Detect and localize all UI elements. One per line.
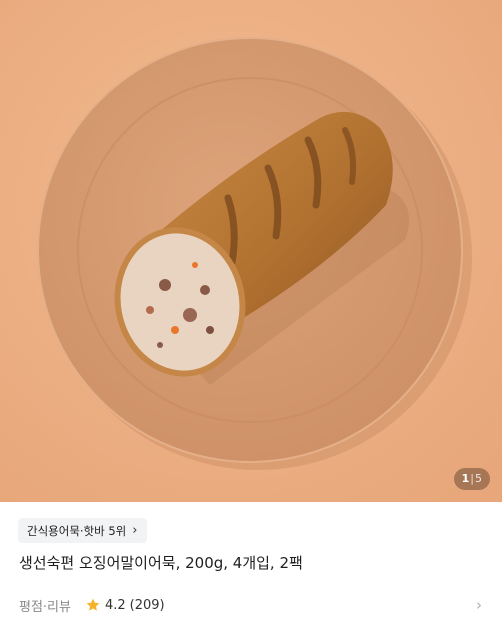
pager-total: 5 [475,472,482,485]
ranking-badge[interactable]: 간식용어묵·핫바 5위 › [18,518,148,543]
chevron-right-icon: › [132,523,138,538]
product-image[interactable]: 1 | 5 [0,0,502,502]
pager-separator: | [470,472,474,485]
image-pager: 1 | 5 [453,468,490,490]
pager-current: 1 [461,472,470,485]
chevron-right-icon[interactable]: › [476,596,482,614]
product-card[interactable]: 1 | 5 간식용어묵·핫바 5위 › 생선숙편 오징어말이어묵, 200g, … [0,0,502,631]
review-count: (209) [129,597,165,613]
fishcake-photo [0,0,502,502]
rating-review-label: 평점·리뷰 [19,599,71,615]
ranking-badge-label: 간식용어묵·핫바 5위 [27,523,127,538]
rating-score: 4.2 [104,597,126,613]
product-title[interactable]: 생선숙편 오징어말이어묵, 200g, 4개입, 2팩 [19,552,303,573]
star-icon [86,598,100,611]
rating-review-row[interactable]: 평점·리뷰 4.2 (209) › [19,594,482,616]
